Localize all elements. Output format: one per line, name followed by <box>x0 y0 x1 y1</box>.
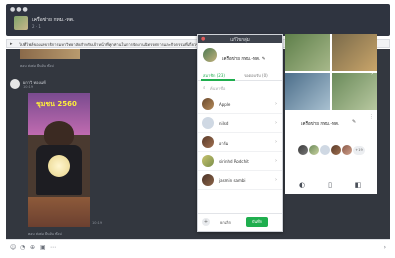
group-photo[interactable] <box>285 73 330 110</box>
message-actions[interactable]: ตอบ ส่งต่อ ยืนยัน ท๊อป <box>28 231 62 237</box>
group-name: เครือข่าย กทม.-ทต. <box>301 122 340 127</box>
list-item[interactable]: Apple › <box>198 95 282 114</box>
member-tabs: สมาชิก (23) รอตอบรับ (0) <box>198 69 282 81</box>
panel-titlebar: ● แก้ไขกลุ่ม <box>198 35 282 43</box>
group-subtitle: 2 · 1 <box>32 24 41 29</box>
more-options-icon[interactable]: ⋮ <box>369 114 374 120</box>
line-chat-window: ●●● เครือข่าย กทม.-ทต. 2 · 1 ▸ ไปที่ไฟล์… <box>0 0 395 258</box>
photo-time: 10:19 <box>92 221 103 225</box>
panel-footer: + ยกเลิก บันทึก <box>198 213 282 231</box>
message-actions[interactable]: ตอบ ส่งต่อ ยืนยัน ท๊อป <box>20 63 54 69</box>
sender-avatar[interactable] <box>10 79 20 89</box>
tab-members-count: (23) <box>216 73 225 78</box>
attach-icon[interactable]: ⊕ <box>30 244 35 251</box>
chevron-right-icon: › <box>275 101 277 107</box>
list-item[interactable]: อาร์ม › <box>198 133 282 152</box>
group-photo[interactable] <box>332 34 377 71</box>
group-name[interactable]: เครือข่าย กทม.-ทต. ✎ <box>222 55 266 62</box>
chevron-right-icon: › <box>275 177 277 183</box>
previous-photo-strip[interactable] <box>20 49 80 59</box>
group-photo[interactable] <box>332 73 377 110</box>
member-name: อาร์ม <box>219 141 229 146</box>
avatar <box>202 174 214 186</box>
save-button[interactable]: บันทึก <box>246 217 268 227</box>
avatar <box>202 98 214 110</box>
photo-floor <box>28 197 90 227</box>
tab-members-label: สมาชิก <box>203 73 216 78</box>
tab-invited[interactable]: รอตอบรับ (0) <box>244 72 268 79</box>
edit-group-panel: ● แก้ไขกลุ่ม เครือข่าย กทม.-ทต. ✎ สมาชิก… <box>197 34 283 232</box>
list-item[interactable]: nilsd › <box>198 114 282 133</box>
window-controls[interactable]: ●●● <box>10 7 29 13</box>
avatar <box>202 117 214 129</box>
sender-time: 10:19 <box>23 85 34 89</box>
group-photo-grid[interactable]: › <box>285 34 377 110</box>
album-icon[interactable]: ◧ <box>353 180 363 190</box>
list-item[interactable]: jasmin sambi › <box>198 171 282 190</box>
pencil-icon[interactable]: ✎ <box>352 119 356 125</box>
list-item[interactable]: sirinhd Rodchit › <box>198 152 282 171</box>
panel-title: แก้ไขกลุ่ม <box>230 38 250 43</box>
camera-icon[interactable]: ▣ <box>40 244 46 251</box>
group-title[interactable]: เครือข่าย กทม.-ทต. <box>32 16 75 24</box>
sticker-icon[interactable]: ☺ <box>10 244 16 251</box>
chat-icon[interactable]: ◐ <box>297 180 307 190</box>
member-search: ⌕ <box>203 85 279 92</box>
more-members-count[interactable]: +19 <box>353 146 365 155</box>
search-icon: ⌕ <box>203 86 206 91</box>
member-name: sirinhd Rodchit <box>219 159 249 164</box>
input-toolbar: ☺ ◔ ⊕ ▣ ⋯ › <box>6 239 390 255</box>
member-avatars[interactable]: +19 <box>297 144 367 158</box>
chat-header: ●●● เครือข่าย กทม.-ทต. 2 · 1 <box>6 4 390 36</box>
group-photo[interactable] <box>285 34 330 71</box>
member-name: jasmin sambi <box>219 178 246 183</box>
tab-members[interactable]: สมาชิก (23) <box>203 72 225 79</box>
member-name: nilsd <box>219 121 229 126</box>
emoji-icon[interactable]: ◔ <box>20 244 25 251</box>
megaphone-icon: ▸ <box>10 41 13 47</box>
chevron-right-icon: › <box>275 158 277 164</box>
active-tab-indicator <box>201 79 235 81</box>
photo-flower-garland <box>48 155 70 177</box>
group-avatar[interactable] <box>203 48 217 62</box>
search-input[interactable] <box>210 85 278 92</box>
avatar <box>202 155 214 167</box>
chevron-right-icon: › <box>275 120 277 126</box>
more-icon[interactable]: ⋯ <box>50 244 56 251</box>
avatar <box>202 136 214 148</box>
photo-person-head <box>44 121 74 147</box>
group-avatar[interactable] <box>14 16 28 30</box>
group-actions: ◐ ▯ ◧ <box>297 180 367 190</box>
chevron-right-icon: › <box>275 139 277 145</box>
photo-message[interactable]: ชุมชน 2560 <box>28 93 90 227</box>
chevron-right-icon[interactable]: › <box>384 244 386 251</box>
note-icon[interactable]: ▯ <box>325 180 335 190</box>
photo-banner-text: ชุมชน 2560 <box>36 100 77 108</box>
avatar <box>341 144 353 156</box>
member-name: Apple <box>219 102 231 107</box>
group-info-panel: › ⋮ เครือข่าย กทม.-ทต. ✎ +19 ◐ ▯ ◧ <box>285 34 377 194</box>
cancel-button[interactable]: ยกเลิก <box>220 219 231 226</box>
add-icon[interactable]: + <box>202 218 210 226</box>
chevron-right-icon[interactable]: › <box>371 70 373 77</box>
